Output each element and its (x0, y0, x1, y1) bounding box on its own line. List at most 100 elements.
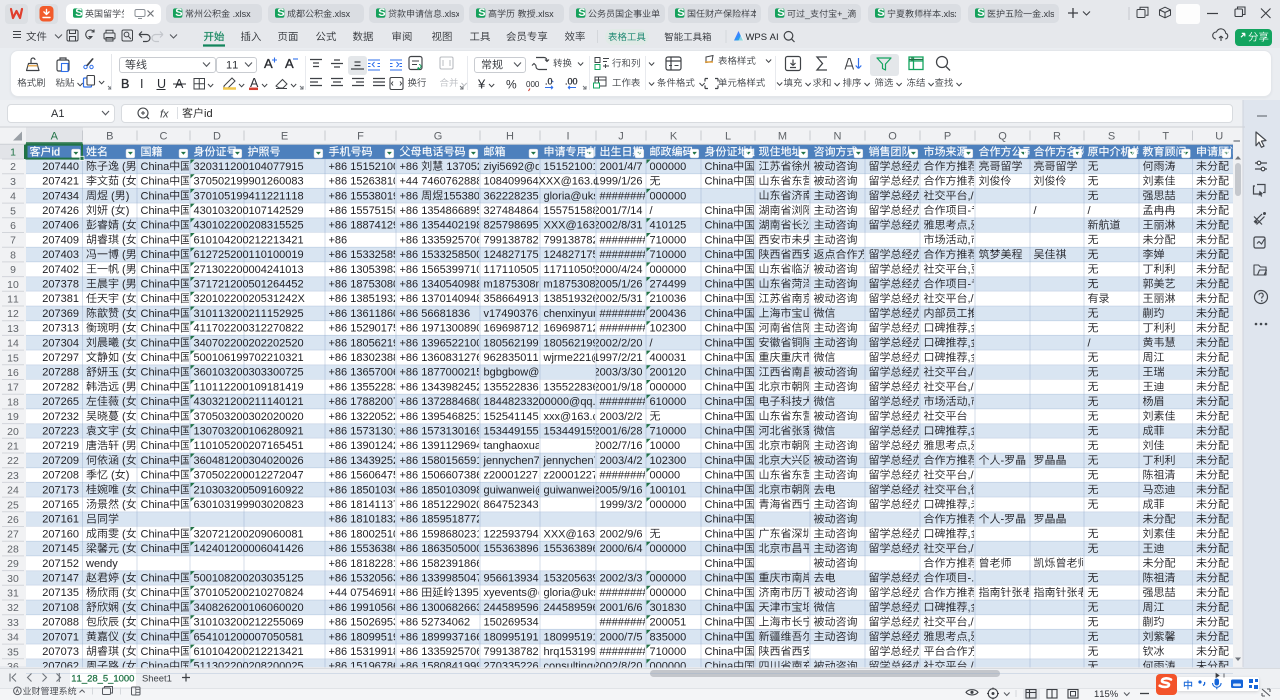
svg-text:China: China (705, 411, 735, 423)
svg-text:207232: 207232 (42, 411, 79, 423)
svg-text:Sheet1: Sheet1 (142, 674, 172, 685)
svg-text:430102200208315525: 430102200208315525 (194, 220, 304, 232)
svg-text:China: China (141, 234, 171, 246)
svg-text:(: ( (119, 396, 126, 408)
svg-text:370105199411221118: 370105199411221118 (194, 190, 304, 202)
svg-text:2001/6/28: 2001/6/28 (594, 426, 643, 438)
svg-text:China: China (705, 617, 735, 629)
svg-text:/: / (650, 205, 654, 217)
svg-text:########: ######## (600, 587, 650, 599)
svg-text:3: 3 (10, 177, 16, 188)
svg-text:+86 15066073860: +86 15066073860 (400, 470, 489, 482)
svg-text:207409: 207409 (42, 234, 79, 246)
svg-text:China: China (141, 573, 171, 585)
svg-text:China: China (141, 337, 171, 349)
svg-text:,: , (968, 337, 971, 349)
svg-text:+86 15801565910: +86 15801565910 (400, 455, 489, 467)
svg-text:207223: 207223 (42, 426, 79, 438)
svg-text:108409964XXX@163.com: 108409964XXX@163.com (484, 176, 614, 188)
svg-text:102300: 102300 (650, 323, 687, 335)
svg-text:10: 10 (7, 280, 19, 291)
svg-text:000000: 000000 (650, 573, 687, 585)
svg-text:S: S (977, 7, 984, 19)
svg-text:207073: 207073 (42, 646, 79, 658)
svg-text:China: China (705, 661, 735, 673)
svg-text:H: H (506, 131, 514, 143)
svg-text:(: ( (119, 337, 126, 349)
svg-text:(: ( (119, 543, 126, 555)
svg-text:/: / (1034, 205, 1038, 217)
svg-text:K: K (670, 131, 678, 143)
svg-text:/: / (1088, 205, 1092, 217)
svg-text:5: 5 (10, 206, 16, 217)
svg-text:China: China (141, 264, 171, 276)
svg-text:,: , (968, 528, 971, 540)
svg-text:2001/9/18: 2001/9/18 (594, 381, 643, 393)
svg-text:China: China (141, 249, 171, 261)
svg-text:17: 17 (7, 383, 19, 394)
svg-text:207421: 207421 (42, 176, 79, 188)
svg-text:China: China (141, 308, 171, 320)
svg-text:110112200109181419: 110112200109181419 (194, 381, 304, 393)
svg-text:+86: +86 (400, 587, 422, 599)
svg-text:630103199903020823: 630103199903020823 (194, 499, 304, 511)
svg-text:10000: 10000 (650, 440, 681, 452)
svg-text:+86 18595187720: +86 18595187720 (400, 514, 489, 526)
svg-text:000000: 000000 (650, 499, 687, 511)
svg-text:/: / (1088, 337, 1092, 349)
svg-text:(: ( (119, 308, 126, 320)
svg-text:207147: 207147 (42, 573, 79, 585)
svg-text:207219: 207219 (42, 440, 79, 452)
svg-text:+86 15653997101: +86 15653997101 (400, 264, 489, 276)
svg-text:430321200211140121: 430321200211140121 (194, 396, 304, 408)
svg-text:m1875308m: m1875308m (484, 279, 545, 291)
svg-text:E: E (281, 131, 288, 143)
svg-text:15: 15 (7, 353, 19, 364)
svg-text:id: id (204, 108, 213, 120)
svg-text:.00: .00 (565, 77, 578, 87)
svg-text:China: China (705, 646, 735, 658)
svg-text:.xlsx: .xlsx (1041, 9, 1060, 19)
svg-text:11: 11 (7, 295, 19, 306)
svg-text:340702200202202520: 340702200202202520 (194, 337, 304, 349)
svg-text:¥: ¥ (477, 77, 486, 92)
svg-text:China: China (141, 279, 171, 291)
svg-text:(: ( (119, 499, 126, 511)
svg-text:China: China (141, 176, 171, 188)
svg-text:24: 24 (7, 486, 19, 497)
svg-text:China: China (705, 499, 735, 511)
svg-text:########: ######## (600, 308, 650, 320)
svg-text:20: 20 (7, 427, 19, 438)
svg-text:(: ( (119, 176, 126, 188)
svg-text:1: 1 (10, 148, 16, 159)
svg-text:2002/8/20: 2002/8/20 (594, 661, 643, 673)
svg-text:610104200212213421: 610104200212213421 (194, 646, 304, 658)
svg-text:China: China (141, 323, 171, 335)
svg-text:-: - (1001, 514, 1005, 526)
svg-text:,: , (968, 602, 971, 614)
svg-text:L: L (725, 131, 731, 143)
svg-text:China: China (141, 646, 171, 658)
svg-text:+86 13544021982: +86 13544021982 (400, 220, 489, 232)
svg-text:9: 9 (10, 265, 16, 276)
svg-text:207426: 207426 (42, 205, 79, 217)
svg-text:China: China (141, 220, 171, 232)
svg-text:China: China (705, 337, 735, 349)
svg-text:R: R (1053, 131, 1061, 143)
svg-text:+86 13965221003: +86 13965221003 (400, 337, 489, 349)
svg-text:+86 13548668955: +86 13548668955 (400, 205, 489, 217)
svg-text:1999/1/26: 1999/1/26 (594, 176, 643, 188)
svg-text:China: China (141, 352, 171, 364)
svg-text:-: - (968, 205, 972, 217)
svg-text:2002/9/6: 2002/9/6 (600, 528, 643, 540)
svg-text:China: China (705, 279, 735, 291)
svg-text:China: China (141, 528, 171, 540)
svg-text:+44 7460762888: +44 7460762888 (400, 176, 483, 188)
svg-text:11_28_5_1000: 11_28_5_1000 (71, 674, 134, 685)
svg-text:S: S (578, 7, 585, 19)
svg-text:142401200006041426: 142401200006041426 (194, 543, 304, 555)
svg-text:S: S (1108, 131, 1115, 143)
svg-text:China: China (141, 426, 171, 438)
svg-text:610000: 610000 (650, 396, 687, 408)
svg-text:2002/3/3: 2002/3/3 (600, 573, 643, 585)
